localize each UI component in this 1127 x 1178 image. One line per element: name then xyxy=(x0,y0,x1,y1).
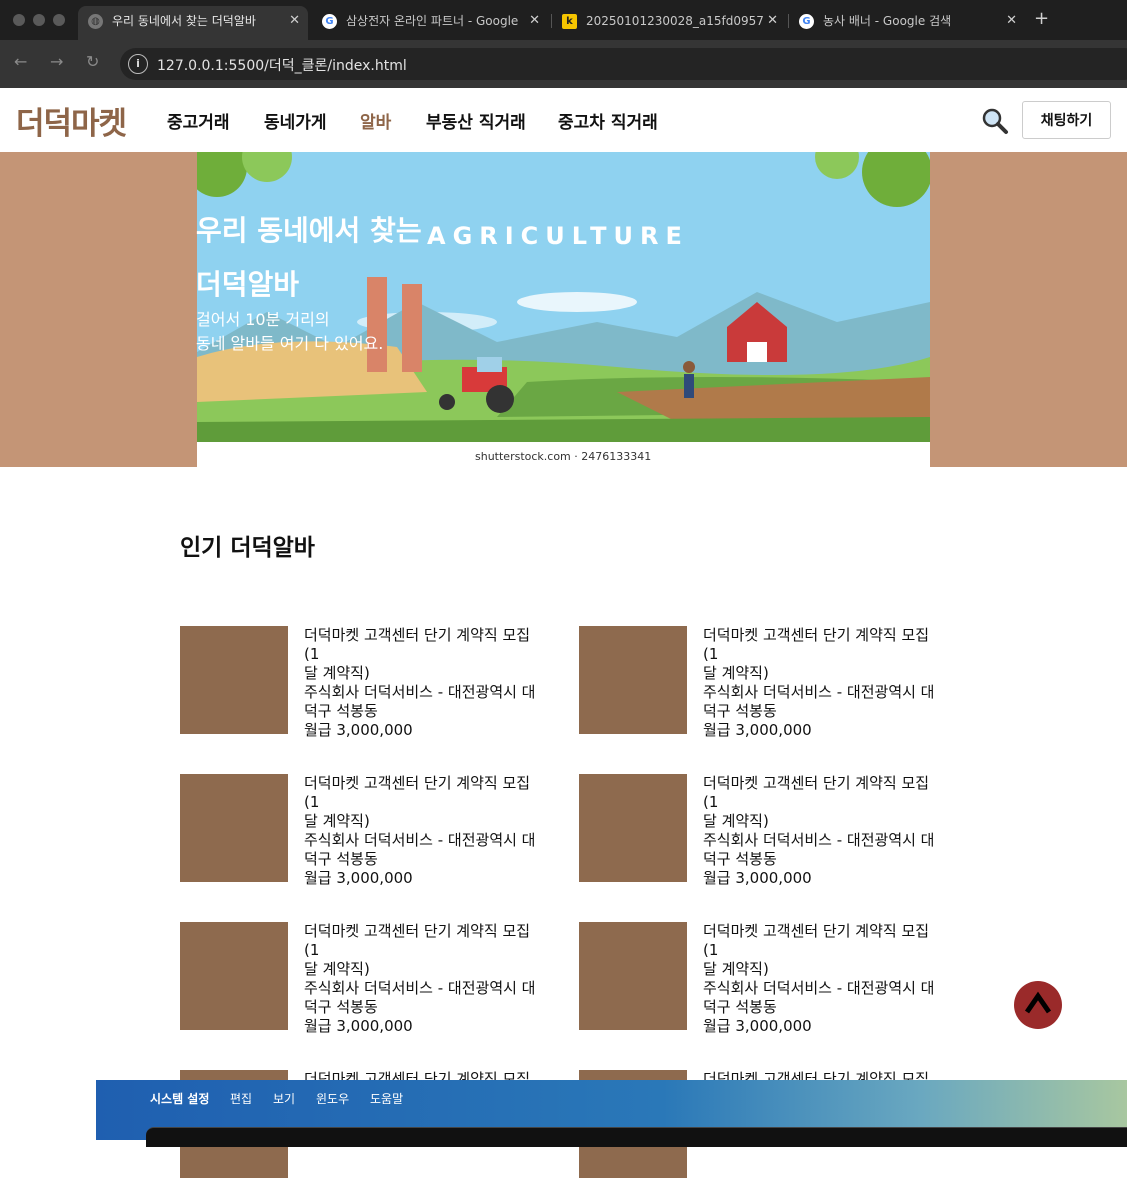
job-title: 더덕마켓 고객센터 단기 계약직 모집(1 xyxy=(304,774,531,811)
job-thumbnail xyxy=(180,922,288,1030)
back-icon[interactable]: ← xyxy=(14,52,27,71)
google-icon: G xyxy=(799,14,814,29)
chat-button[interactable]: 채팅하기 xyxy=(1022,101,1111,139)
job-salary: 월급 3,000,000 xyxy=(703,869,812,887)
new-tab-button[interactable]: + xyxy=(1034,8,1049,29)
job-salary: 월급 3,000,000 xyxy=(304,721,413,739)
job-title: 달 계약직) xyxy=(304,664,370,682)
job-card[interactable]: 더덕마켓 고객센터 단기 계약직 모집(1 달 계약직) 주식회사 더덕서비스 … xyxy=(180,922,560,1035)
job-thumbnail xyxy=(180,774,288,882)
browser-tab-2[interactable]: G 삼상전자 온라인 파트너 - Google ✕ xyxy=(312,6,548,40)
job-title: 더덕마켓 고객센터 단기 계약직 모집(1 xyxy=(703,774,930,811)
tab-title: 삼상전자 온라인 파트너 - Google xyxy=(346,14,519,28)
job-title: 더덕마켓 고객센터 단기 계약직 모집(1 xyxy=(304,922,531,959)
job-company: 주식회사 더덕서비스 - 대전광역시 대 xyxy=(304,831,536,849)
browser-tab-3[interactable]: k 20250101230028_a15fd0957 ✕ xyxy=(552,6,786,40)
job-salary: 월급 3,000,000 xyxy=(703,721,812,739)
menu-system-settings[interactable]: 시스템 설정 xyxy=(150,1090,209,1107)
section-title: 인기 더덕알바 xyxy=(180,535,315,561)
forward-icon[interactable]: → xyxy=(50,52,63,71)
job-title: 달 계약직) xyxy=(703,960,769,978)
window-minimize-dot[interactable] xyxy=(33,14,45,26)
job-company: 주식회사 더덕서비스 - 대전광역시 대 xyxy=(304,979,536,997)
job-thumbnail xyxy=(180,626,288,734)
address-bar[interactable]: i 127.0.0.1:5500/더덕_클론/index.html xyxy=(120,48,1127,80)
menu-edit[interactable]: 편집 xyxy=(230,1090,252,1107)
hero-title: 우리 동네에서 찾는 더덕알바 xyxy=(196,214,422,301)
job-title: 더덕마켓 고객센터 단기 계약직 모집(1 xyxy=(304,626,531,663)
menu-view[interactable]: 보기 xyxy=(273,1090,295,1107)
scroll-to-top-button[interactable] xyxy=(1014,981,1062,1029)
nav-item-used-trade[interactable]: 중고거래 xyxy=(167,108,230,133)
hero-subtitle: 걸어서 10분 거리의 동네 알바들 여기 다 있어요. xyxy=(196,310,384,353)
job-company: 덕구 석봉동 xyxy=(703,998,777,1016)
k-icon: k xyxy=(562,14,577,29)
browser-tab-4[interactable]: G 농사 배너 - Google 검색 ✕ xyxy=(789,6,1025,40)
macos-overlay: 시스템 설정 편집 보기 윈도우 도움말 xyxy=(96,1080,1127,1147)
menu-help[interactable]: 도움말 xyxy=(370,1090,403,1107)
close-icon[interactable]: ✕ xyxy=(529,6,540,36)
macos-window-edge xyxy=(146,1127,1127,1147)
job-company: 덕구 석봉동 xyxy=(703,702,777,720)
window-close-dot[interactable] xyxy=(13,14,25,26)
menu-window[interactable]: 윈도우 xyxy=(316,1090,349,1107)
site-header: 더덕마켓 중고거래 동네가게 알바 부동산 직거래 중고차 직거래 채팅하기 xyxy=(0,88,1127,152)
job-salary: 월급 3,000,000 xyxy=(304,1017,413,1035)
image-credit: shutterstock.com · 2476133341 xyxy=(475,450,651,463)
site-info-icon[interactable]: i xyxy=(128,54,148,74)
banner-image-text: AGRICULTURE xyxy=(427,222,689,250)
job-title: 더덕마켓 고객센터 단기 계약직 모집(1 xyxy=(703,626,930,663)
window-zoom-dot[interactable] xyxy=(53,14,65,26)
job-card[interactable]: 더덕마켓 고객센터 단기 계약직 모집(1 달 계약직) 주식회사 더덕서비스 … xyxy=(579,922,959,1035)
job-company: 주식회사 더덕서비스 - 대전광역시 대 xyxy=(304,683,536,701)
browser-tab-bar: ◍ 우리 동네에서 찾는 더덕알바 ✕ G 삼상전자 온라인 파트너 - Goo… xyxy=(0,0,1127,40)
search-icon[interactable] xyxy=(980,106,1010,136)
job-card[interactable]: 더덕마켓 고객센터 단기 계약직 모집(1 달 계약직) 주식회사 더덕서비스 … xyxy=(579,626,959,739)
close-icon[interactable]: ✕ xyxy=(289,6,300,36)
job-company: 덕구 석봉동 xyxy=(703,850,777,868)
hero-banner: AGRICULTURE shutterstock.com · 247613334… xyxy=(0,152,1127,467)
nav-item-used-cars[interactable]: 중고차 직거래 xyxy=(558,108,658,133)
job-title: 달 계약직) xyxy=(703,812,769,830)
close-icon[interactable]: ✕ xyxy=(767,6,778,36)
tab-title: 농사 배너 - Google 검색 xyxy=(823,14,952,28)
globe-icon: ◍ xyxy=(88,14,103,29)
nav-item-real-estate[interactable]: 부동산 직거래 xyxy=(426,108,526,133)
job-company: 주식회사 더덕서비스 - 대전광역시 대 xyxy=(703,683,935,701)
job-title: 달 계약직) xyxy=(304,812,370,830)
job-card[interactable]: 더덕마켓 고객센터 단기 계약직 모집(1 달 계약직) 주식회사 더덕서비스 … xyxy=(180,626,560,739)
google-icon: G xyxy=(322,14,337,29)
job-company: 덕구 석봉동 xyxy=(304,702,378,720)
job-thumbnail xyxy=(579,626,687,734)
job-title: 달 계약직) xyxy=(703,664,769,682)
job-thumbnail xyxy=(579,774,687,882)
job-card[interactable]: 더덕마켓 고객센터 단기 계약직 모집(1 달 계약직) 주식회사 더덕서비스 … xyxy=(180,774,560,887)
close-icon[interactable]: ✕ xyxy=(1006,6,1017,36)
url-text[interactable]: 127.0.0.1:5500/더덕_클론/index.html xyxy=(157,55,407,75)
reload-icon[interactable]: ↻ xyxy=(86,52,99,71)
tab-title: 20250101230028_a15fd0957 xyxy=(586,14,764,28)
job-company: 주식회사 더덕서비스 - 대전광역시 대 xyxy=(703,831,935,849)
job-company: 주식회사 더덕서비스 - 대전광역시 대 xyxy=(703,979,935,997)
job-title: 달 계약직) xyxy=(304,960,370,978)
browser-toolbar: ← → ↻ i 127.0.0.1:5500/더덕_클론/index.html xyxy=(0,40,1127,88)
browser-tab-1[interactable]: ◍ 우리 동네에서 찾는 더덕알바 ✕ xyxy=(78,6,308,40)
job-company: 덕구 석봉동 xyxy=(304,998,378,1016)
job-card[interactable]: 더덕마켓 고객센터 단기 계약직 모집(1 달 계약직) 주식회사 더덕서비스 … xyxy=(579,774,959,887)
chevron-up-icon xyxy=(1024,991,1052,1014)
macos-menu-bar: 시스템 설정 편집 보기 윈도우 도움말 xyxy=(96,1080,1127,1117)
site-logo[interactable]: 더덕마켓 xyxy=(16,98,127,143)
job-thumbnail xyxy=(579,922,687,1030)
nav-item-local-stores[interactable]: 동네가게 xyxy=(264,108,327,133)
job-salary: 월급 3,000,000 xyxy=(703,1017,812,1035)
job-salary: 월급 3,000,000 xyxy=(304,869,413,887)
nav-item-jobs[interactable]: 알바 xyxy=(360,108,391,133)
job-title: 더덕마켓 고객센터 단기 계약직 모집(1 xyxy=(703,922,930,959)
job-company: 덕구 석봉동 xyxy=(304,850,378,868)
tab-title: 우리 동네에서 찾는 더덕알바 xyxy=(112,14,256,28)
